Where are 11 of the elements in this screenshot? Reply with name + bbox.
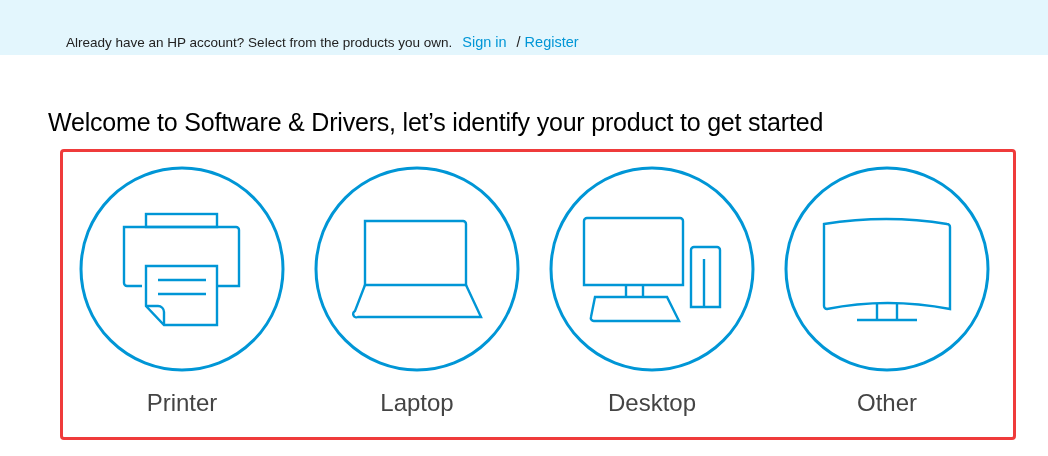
product-tile[interactable]: Other bbox=[785, 166, 989, 437]
product-tile[interactable]: Laptop bbox=[315, 166, 519, 437]
monitor-icon bbox=[784, 166, 990, 372]
laptop-icon bbox=[314, 166, 520, 372]
page-heading: Welcome to Software & Drivers, let’s identify your product to get started bbox=[48, 107, 825, 137]
desktop-icon bbox=[549, 166, 755, 372]
link-separator: / bbox=[516, 34, 521, 50]
product-tile[interactable]: Desktop bbox=[550, 166, 754, 437]
printer-icon bbox=[79, 166, 285, 372]
account-prompt: Already have an HP account? Select from the products you own. bbox=[66, 35, 453, 50]
product-tile[interactable]: Printer bbox=[80, 166, 284, 437]
